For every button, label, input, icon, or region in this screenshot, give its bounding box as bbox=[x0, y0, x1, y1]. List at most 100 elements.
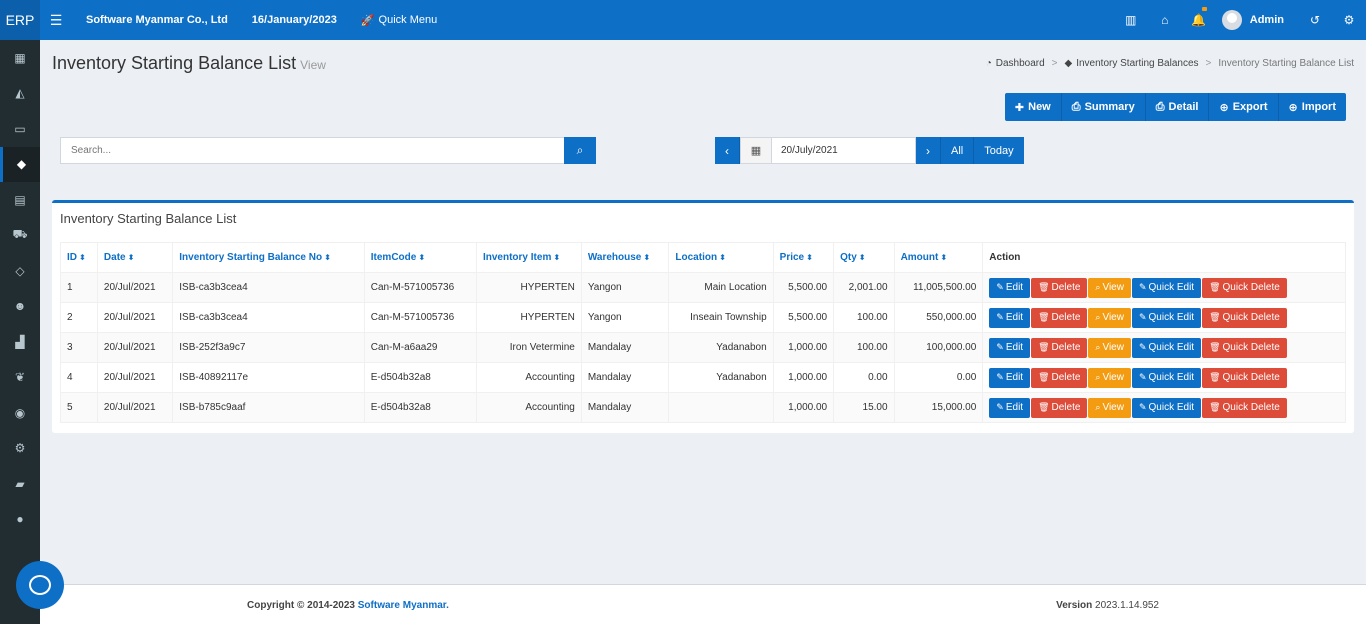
table-row: 3 20/Jul/2021 ISB-252f3a9c7 Can-M-a6aa29 Iro… bbox=[60, 332, 1346, 363]
sidebar-clipboard-icon[interactable]: ▤ bbox=[0, 182, 40, 218]
header-warehouse[interactable]: Warehouse ⬍ bbox=[580, 242, 670, 273]
edit-button[interactable]: ✎ Edit bbox=[989, 367, 1031, 388]
edit-button[interactable]: ✎ Edit bbox=[989, 277, 1031, 298]
page-title-text: Inventory Starting Balance List bbox=[52, 53, 297, 73]
calculator-icon[interactable]: ▥ bbox=[1114, 0, 1148, 40]
pencil-icon: ✎ bbox=[1138, 312, 1147, 322]
all-button[interactable]: All bbox=[941, 137, 975, 164]
footer-link[interactable]: Software Myanmar. bbox=[358, 600, 449, 611]
new-button[interactable]: ✚ New bbox=[1005, 93, 1062, 121]
delete-button[interactable]: 🗑 Delete bbox=[1031, 367, 1088, 388]
cell-warehouse: Mandalay bbox=[580, 392, 670, 423]
delete-button[interactable]: 🗑 Delete bbox=[1031, 307, 1088, 328]
chat-widget-button[interactable] bbox=[16, 561, 64, 609]
trash-icon: 🗑 bbox=[1209, 342, 1221, 352]
view-button[interactable]: ⌕ View bbox=[1088, 367, 1131, 388]
cell-qty: 100.00 bbox=[833, 332, 895, 363]
quick-edit-button[interactable]: ✎ Quick Edit bbox=[1131, 277, 1202, 298]
edit-button[interactable]: ✎ Edit bbox=[989, 337, 1031, 358]
header-balance-no[interactable]: Inventory Starting Balance No ⬍ bbox=[172, 242, 365, 273]
view-button[interactable]: ⌕ View bbox=[1088, 307, 1131, 328]
sidebar-diamond-icon[interactable]: ◇ bbox=[0, 253, 40, 289]
delete-button[interactable]: 🗑 Delete bbox=[1031, 337, 1088, 358]
edit-button-label: Edit bbox=[1005, 402, 1024, 413]
search-input[interactable] bbox=[60, 137, 565, 164]
table-row: 5 20/Jul/2021 ISB-b785c9aaf E-d504b32a8 Acco… bbox=[60, 392, 1346, 423]
table-row: 4 20/Jul/2021 ISB-40892117e E-d504b32a8 Acco… bbox=[60, 362, 1346, 393]
quick-menu-button[interactable]: 🚀 Quick Menu bbox=[361, 14, 437, 27]
header-itemcode[interactable]: ItemCode ⬍ bbox=[363, 242, 477, 273]
breadcrumb-dashboard[interactable]: Dashboard bbox=[996, 58, 1045, 69]
cell-id: 1 bbox=[60, 272, 98, 303]
header-id[interactable]: ID ⬍ bbox=[60, 242, 98, 273]
pencil-icon: ✎ bbox=[996, 402, 1004, 412]
header-date[interactable]: Date ⬍ bbox=[96, 242, 174, 273]
bell-icon[interactable]: 🔔 bbox=[1182, 0, 1216, 40]
quick-delete-button[interactable]: 🗑 Quick Delete bbox=[1202, 337, 1287, 358]
sidebar-settings-icon[interactable]: ⚙ bbox=[0, 431, 40, 467]
trash-icon: 🗑 bbox=[1038, 312, 1050, 322]
detail-button[interactable]: ⎙ Detail bbox=[1146, 93, 1210, 121]
edit-button-label: Edit bbox=[1005, 312, 1024, 323]
pencil-icon: ✎ bbox=[996, 282, 1004, 292]
list-box: Inventory Starting Balance List ID ⬍ Date… bbox=[52, 200, 1354, 433]
edit-button[interactable]: ✎ Edit bbox=[989, 397, 1031, 418]
sidebar-credit-card-icon[interactable]: ▭ bbox=[0, 111, 40, 147]
view-button-label: View bbox=[1102, 312, 1124, 323]
quick-edit-button[interactable]: ✎ Quick Edit bbox=[1131, 367, 1202, 388]
cell-price: 1,000.00 bbox=[772, 362, 835, 393]
edit-button[interactable]: ✎ Edit bbox=[989, 307, 1031, 328]
export-button[interactable]: ⊕ Export bbox=[1209, 93, 1279, 121]
previous-date-button[interactable]: ‹ bbox=[715, 137, 740, 164]
header-location[interactable]: Location ⬍ bbox=[668, 242, 774, 273]
sidebar-comment-icon[interactable]: ● bbox=[0, 502, 40, 538]
user-menu[interactable]: Admin bbox=[1216, 10, 1298, 30]
breadcrumb-balances[interactable]: Inventory Starting Balances bbox=[1076, 58, 1198, 69]
sidebar-users-icon[interactable]: ☻ bbox=[0, 289, 40, 325]
sidebar-cube-icon[interactable]: ◆ bbox=[0, 146, 40, 182]
header-qty[interactable]: Qty ⬍ bbox=[833, 242, 895, 273]
view-button[interactable]: ⌕ View bbox=[1088, 277, 1131, 298]
page-title: Inventory Starting Balance List View bbox=[52, 53, 326, 74]
delete-button[interactable]: 🗑 Delete bbox=[1031, 397, 1088, 418]
cell-location: Yadanabon bbox=[668, 362, 774, 393]
header-item[interactable]: Inventory Item ⬍ bbox=[475, 242, 582, 273]
sidebar-leaf-icon[interactable]: ❦ bbox=[0, 360, 40, 396]
cell-id: 5 bbox=[60, 392, 98, 423]
history-icon[interactable]: ↺ bbox=[1298, 0, 1332, 40]
sidebar-cart-icon[interactable]: ⛟ bbox=[0, 218, 40, 254]
date-input[interactable] bbox=[772, 137, 916, 164]
home-icon[interactable]: ⌂ bbox=[1148, 0, 1182, 40]
next-date-button[interactable]: › bbox=[916, 137, 941, 164]
cell-item: HYPERTEN bbox=[475, 272, 582, 303]
quick-delete-button[interactable]: 🗑 Quick Delete bbox=[1202, 277, 1287, 298]
summary-button[interactable]: ⎙ Summary bbox=[1062, 93, 1146, 121]
header-price[interactable]: Price ⬍ bbox=[772, 242, 835, 273]
quick-edit-button[interactable]: ✎ Quick Edit bbox=[1131, 307, 1202, 328]
gear-icon[interactable]: ⚙ bbox=[1332, 0, 1366, 40]
quick-delete-button[interactable]: 🗑 Quick Delete bbox=[1202, 307, 1287, 328]
view-button[interactable]: ⌕ View bbox=[1088, 337, 1131, 358]
cell-warehouse: Yangon bbox=[580, 302, 670, 333]
brand-logo[interactable]: ERP bbox=[0, 0, 40, 40]
sidebar-chart-area-icon[interactable]: ◭ bbox=[0, 76, 40, 112]
cell-id: 2 bbox=[60, 302, 98, 333]
quick-delete-button[interactable]: 🗑 Quick Delete bbox=[1202, 367, 1287, 388]
today-button[interactable]: Today bbox=[974, 137, 1024, 164]
quick-delete-button[interactable]: 🗑 Quick Delete bbox=[1202, 397, 1287, 418]
header-amount[interactable]: Amount ⬍ bbox=[893, 242, 984, 273]
search-button[interactable]: ⌕ bbox=[564, 137, 596, 164]
menu-toggle-icon[interactable]: ☰ bbox=[40, 12, 72, 29]
sidebar-soccer-icon[interactable]: ◉ bbox=[0, 395, 40, 431]
cell-itemcode: Can-M-a6aa29 bbox=[363, 332, 477, 363]
quick-edit-button[interactable]: ✎ Quick Edit bbox=[1131, 397, 1202, 418]
sidebar-calculator-icon[interactable]: ▦ bbox=[0, 40, 40, 76]
quick-edit-button[interactable]: ✎ Quick Edit bbox=[1131, 337, 1202, 358]
import-button[interactable]: ⊕ Import bbox=[1279, 93, 1346, 121]
view-button[interactable]: ⌕ View bbox=[1088, 397, 1131, 418]
pencil-icon: ✎ bbox=[996, 372, 1004, 382]
sidebar-bar-chart-icon[interactable]: ▟ bbox=[0, 324, 40, 360]
delete-button[interactable]: 🗑 Delete bbox=[1031, 277, 1088, 298]
cell-date: 20/Jul/2021 bbox=[96, 392, 174, 423]
sidebar-book-icon[interactable]: ▰ bbox=[0, 466, 40, 502]
